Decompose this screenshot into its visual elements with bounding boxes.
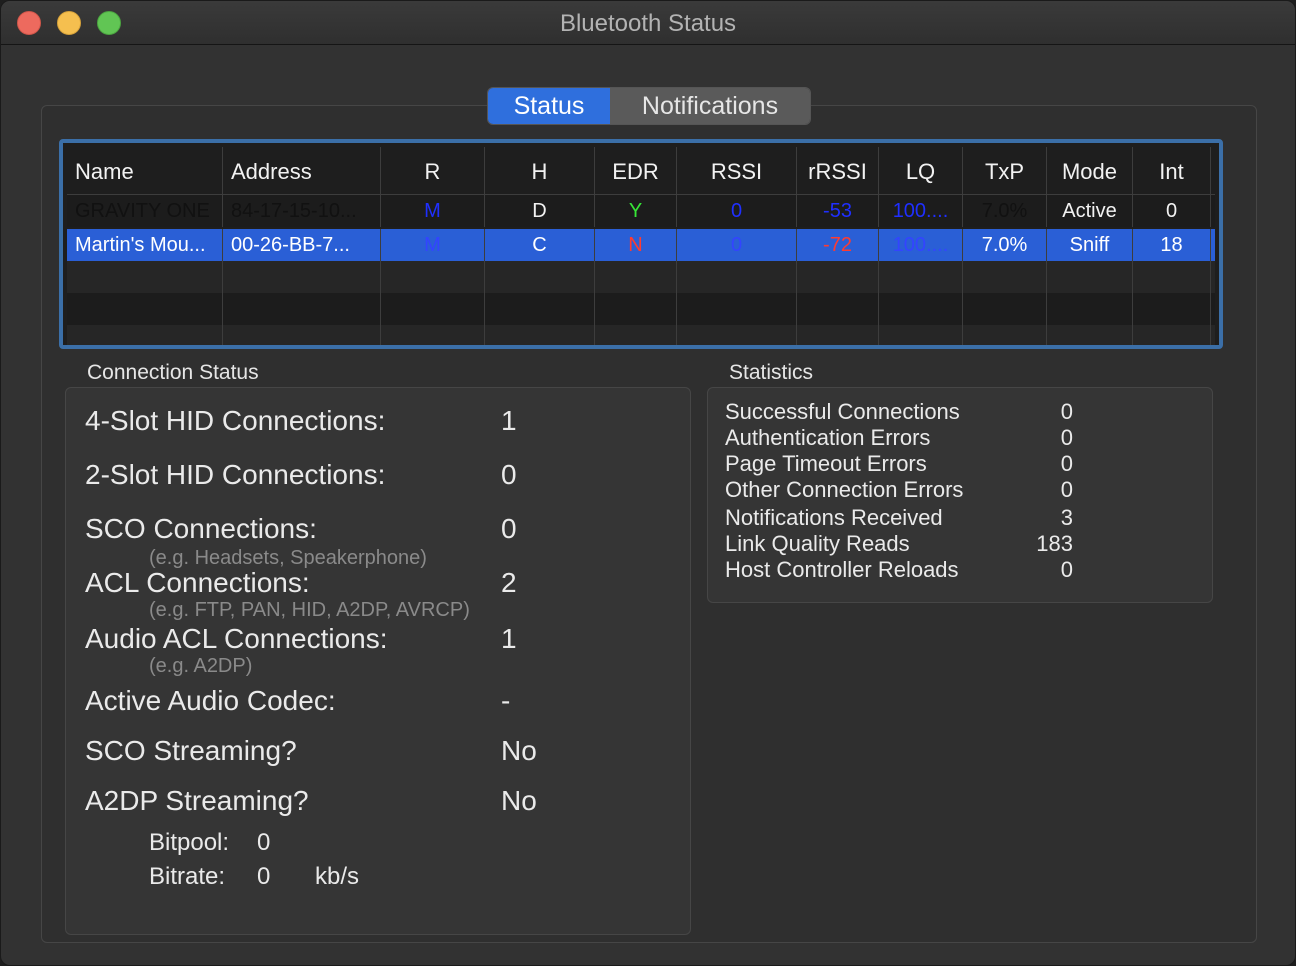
column-header-mode[interactable]: Mode (1047, 147, 1133, 195)
bitpool-value: 0 (257, 829, 271, 856)
column-header-h[interactable]: H (485, 147, 595, 195)
column-header-rssi[interactable]: RSSI (677, 147, 797, 195)
table-row-empty (67, 293, 1215, 325)
cell-lq: 100.... (879, 195, 963, 227)
table-row[interactable]: GRAVITY ONE 84-17-15-10... M D Y 0 -53 1… (67, 195, 1215, 227)
cell-h: C (485, 229, 595, 261)
sco-streaming-value: No (501, 735, 537, 766)
cell-r: M (381, 195, 485, 227)
hid4-value: 1 (501, 405, 517, 436)
a2dp-streaming-value: No (501, 785, 537, 816)
stat-value: 183 (1036, 531, 1073, 556)
sco-value: 0 (501, 513, 517, 544)
bitrate-unit: kb/s (315, 863, 360, 890)
cell-edr: N (595, 229, 677, 261)
acl-hint: (e.g. FTP, PAN, HID, A2DP, AVRCP) (149, 599, 470, 621)
stat-label: Successful Connections (725, 399, 960, 424)
cell-lq: 100.... (879, 229, 963, 261)
table-row-empty (67, 325, 1215, 345)
column-header-edr[interactable]: EDR (595, 147, 677, 195)
cell-address: 84-17-15-10... (223, 195, 381, 227)
bluetooth-status-window: Bluetooth Status Status Notifications Na… (0, 0, 1296, 966)
stat-value: 0 (1060, 557, 1073, 582)
stat-value: 0 (1060, 477, 1073, 502)
tab-notifications[interactable]: Notifications (610, 88, 810, 124)
cell-mode: Active (1047, 195, 1133, 227)
cell-name: GRAVITY ONE (67, 195, 223, 227)
codec-value: - (501, 685, 511, 716)
devices-table-body: Name Address R H EDR RSSI rRSSI LQ TxP M… (67, 147, 1215, 345)
hid4-label: 4-Slot HID Connections: (85, 405, 386, 436)
cell-txp: 7.0% (963, 229, 1047, 261)
column-header-address[interactable]: Address (223, 147, 381, 195)
connection-status-title: Connection Status (87, 361, 259, 384)
stat-label: Link Quality Reads (725, 531, 910, 556)
cell-name: Martin's Mou... (67, 229, 223, 261)
column-header-r[interactable]: R (381, 147, 485, 195)
tab-status[interactable]: Status (488, 88, 610, 124)
sco-streaming-label: SCO Streaming? (85, 735, 297, 766)
cell-rssi: 0 (677, 229, 797, 261)
stat-label: Other Connection Errors (725, 477, 964, 502)
stat-value: 0 (1060, 425, 1073, 450)
hid2-value: 0 (501, 459, 517, 490)
stat-value: 0 (1060, 399, 1073, 424)
bitpool-label: Bitpool: (149, 829, 230, 856)
codec-label: Active Audio Codec: (85, 685, 336, 716)
stat-label: Host Controller Reloads (725, 557, 959, 582)
title-bar[interactable]: Bluetooth Status (1, 1, 1295, 45)
column-header-txp[interactable]: TxP (963, 147, 1047, 195)
column-header-lq[interactable]: LQ (879, 147, 963, 195)
audio-acl-value: 1 (501, 623, 517, 654)
bitrate-value: 0 (257, 863, 271, 890)
cell-address: 00-26-BB-7... (223, 229, 381, 261)
cell-rrssi: -72 (797, 229, 879, 261)
statistics-title: Statistics (729, 361, 814, 384)
table-row-selected[interactable]: Martin's Mou... 00-26-BB-7... M C N 0 -7… (67, 229, 1215, 261)
stat-value: 0 (1060, 451, 1073, 476)
stat-label: Authentication Errors (725, 425, 931, 450)
table-header: Name Address R H EDR RSSI rRSSI LQ TxP M… (67, 147, 1215, 195)
cell-rrssi: -53 (797, 195, 879, 227)
sco-label: SCO Connections: (85, 513, 317, 544)
cell-int: 18 (1133, 229, 1211, 261)
window-title: Bluetooth Status (559, 10, 737, 37)
column-header-int[interactable]: Int (1133, 147, 1211, 195)
column-header-name[interactable]: Name (67, 147, 223, 195)
stat-value: 3 (1060, 505, 1073, 530)
tab-bar: Status Notifications (487, 87, 811, 125)
stat-label: Page Timeout Errors (725, 451, 927, 476)
cell-r: M (381, 229, 485, 261)
cell-rssi: 0 (677, 195, 797, 227)
bitrate-label: Bitrate: (149, 863, 226, 890)
stat-label: Notifications Received (725, 505, 943, 530)
audio-acl-hint: (e.g. A2DP) (149, 655, 253, 677)
column-header-rrssi[interactable]: rRSSI (797, 147, 879, 195)
acl-label: ACL Connections: (85, 567, 310, 598)
cell-int: 0 (1133, 195, 1211, 227)
cell-mode: Sniff (1047, 229, 1133, 261)
devices-table[interactable]: Name Address R H EDR RSSI rRSSI LQ TxP M… (59, 139, 1223, 349)
cell-h: D (485, 195, 595, 227)
table-row-empty (67, 261, 1215, 293)
acl-value: 2 (501, 567, 517, 598)
hid2-label: 2-Slot HID Connections: (85, 459, 386, 490)
cell-edr: Y (595, 195, 677, 227)
cell-txp: 7.0% (963, 195, 1047, 227)
audio-acl-label: Audio ACL Connections: (85, 623, 388, 654)
a2dp-streaming-label: A2DP Streaming? (85, 785, 309, 816)
